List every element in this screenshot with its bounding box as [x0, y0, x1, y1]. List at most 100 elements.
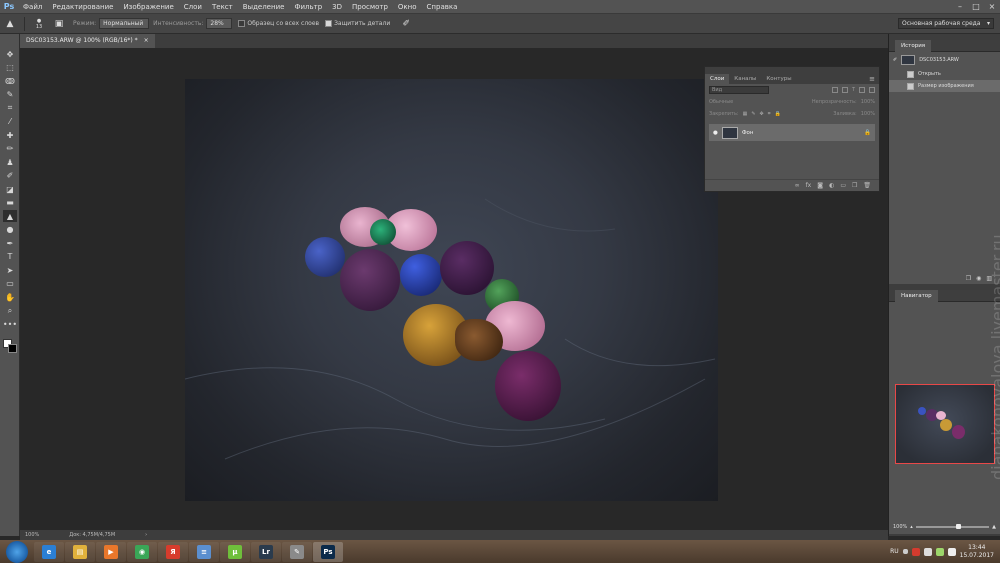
history-item-selected[interactable]: Размер изображения: [889, 80, 1000, 92]
tab-history[interactable]: История: [895, 39, 932, 52]
volume-icon[interactable]: [947, 547, 956, 556]
gradient-tool-icon[interactable]: ▬: [3, 197, 17, 209]
battery-icon[interactable]: [935, 547, 944, 556]
zoom-slider-knob[interactable]: [956, 524, 962, 529]
status-menu-arrow[interactable]: ›: [145, 532, 147, 538]
protect-detail-checkbox[interactable]: [325, 20, 333, 27]
camera-icon[interactable]: ◉: [976, 275, 981, 282]
workspace-select[interactable]: Основная рабочая среда ▾: [898, 18, 994, 29]
trash-icon[interactable]: 🗑: [863, 182, 871, 189]
zoom-tool-icon[interactable]: ⌕: [3, 305, 17, 317]
filter-pixel-icon[interactable]: [831, 87, 838, 93]
sharpen-tool-preset-icon[interactable]: ▲: [0, 15, 20, 33]
link-layers-icon[interactable]: ∞: [795, 182, 800, 189]
taskbar-paint[interactable]: ✎: [282, 541, 312, 562]
opacity-value[interactable]: 100%: [861, 99, 875, 105]
type-tool-icon[interactable]: T: [3, 251, 17, 263]
maximize-button[interactable]: □: [970, 1, 982, 13]
menu-select[interactable]: Выделение: [238, 0, 290, 14]
path-select-tool-icon[interactable]: ➤: [3, 264, 17, 276]
eye-icon[interactable]: ●: [713, 130, 718, 136]
zoom-level[interactable]: 100%: [25, 532, 39, 538]
taskbar-notes[interactable]: ≡: [189, 541, 219, 562]
brush-preset-picker[interactable]: ● 13: [29, 15, 49, 33]
intensity-input[interactable]: 28%: [206, 18, 233, 29]
marquee-tool-icon[interactable]: ⬚: [3, 62, 17, 74]
zoom-out-icon[interactable]: ▴: [910, 524, 913, 530]
navigator-zoom[interactable]: 100%: [893, 524, 907, 530]
history-brush-tool-icon[interactable]: ✐: [3, 170, 17, 182]
zoom-slider[interactable]: [915, 524, 990, 529]
zoom-in-icon[interactable]: ▲: [992, 524, 996, 530]
dodge-tool-icon[interactable]: ●: [3, 224, 17, 236]
menu-view[interactable]: Просмотр: [347, 0, 393, 14]
menu-filter[interactable]: Фильтр: [289, 0, 327, 14]
sharpen-tool-icon[interactable]: ▲: [3, 210, 17, 222]
sample-all-checkbox[interactable]: [238, 20, 246, 27]
filter-smart-icon[interactable]: [869, 87, 875, 93]
menu-edit[interactable]: Редактирование: [47, 0, 118, 14]
new-group-icon[interactable]: ▭: [840, 182, 846, 189]
menu-window[interactable]: Окно: [393, 0, 422, 14]
history-brush-source-icon[interactable]: ✐: [893, 57, 897, 63]
menu-layers[interactable]: Слои: [179, 0, 207, 14]
tab-layers[interactable]: Слои: [705, 74, 730, 84]
brush-panel-icon[interactable]: ▣: [49, 15, 69, 33]
navigator-preview[interactable]: [895, 384, 995, 464]
history-item[interactable]: Открыть: [889, 68, 1000, 80]
layer-row-background[interactable]: ● Фон 🔒: [709, 124, 875, 141]
more-tools-icon[interactable]: •••: [3, 318, 17, 330]
language-indicator[interactable]: RU: [890, 548, 899, 555]
background-color[interactable]: [8, 344, 17, 353]
network-icon[interactable]: [923, 547, 932, 556]
lock-position-icon[interactable]: ✥: [760, 111, 764, 117]
mode-select[interactable]: Нормальный: [99, 18, 150, 29]
fill-value[interactable]: 100%: [861, 111, 875, 117]
hand-tool-icon[interactable]: ✋: [3, 291, 17, 303]
lasso-tool-icon[interactable]: ↂ: [3, 75, 17, 87]
filter-shape-icon[interactable]: [859, 87, 865, 93]
menu-3d[interactable]: 3D: [327, 0, 347, 14]
stamp-tool-icon[interactable]: ♟: [3, 156, 17, 168]
adjustment-layer-icon[interactable]: ◐: [829, 182, 834, 189]
lock-all-icon[interactable]: 🔒: [775, 111, 781, 117]
close-button[interactable]: ×: [986, 1, 998, 13]
new-document-from-state-icon[interactable]: ❐: [966, 275, 971, 282]
tab-close-icon[interactable]: ×: [144, 34, 149, 48]
minimize-button[interactable]: –: [954, 1, 966, 13]
crop-tool-icon[interactable]: ⌗: [3, 102, 17, 114]
tray-arrow-icon[interactable]: [902, 549, 908, 554]
taskbar-yandex[interactable]: Я: [158, 541, 188, 562]
filter-type-icon[interactable]: T: [852, 87, 855, 93]
document-tab[interactable]: DSC03153.ARW @ 100% (RGB/16*) * ×: [20, 34, 155, 48]
lock-pixels-icon[interactable]: ▦: [743, 111, 748, 117]
lock-paint-icon[interactable]: ✎: [751, 111, 755, 117]
menu-image[interactable]: Изображение: [118, 0, 178, 14]
antivirus-icon[interactable]: [911, 547, 920, 556]
taskbar-utorrent[interactable]: µ: [220, 541, 250, 562]
color-swatches[interactable]: [3, 339, 17, 353]
shape-tool-icon[interactable]: ▭: [3, 278, 17, 290]
taskbar-chrome[interactable]: ◉: [127, 541, 157, 562]
healing-tool-icon[interactable]: ✚: [3, 129, 17, 141]
taskbar-lightroom[interactable]: Lr: [251, 541, 281, 562]
menu-type[interactable]: Текст: [207, 0, 238, 14]
pressure-icon[interactable]: ✐: [396, 15, 416, 33]
new-layer-icon[interactable]: ❐: [852, 182, 857, 189]
start-button[interactable]: [6, 540, 28, 563]
layer-filter-select[interactable]: Вид: [709, 86, 769, 94]
menu-help[interactable]: Справка: [422, 0, 463, 14]
tab-navigator[interactable]: Навигатор: [895, 289, 938, 302]
filter-adjust-icon[interactable]: [841, 87, 848, 93]
eyedropper-tool-icon[interactable]: ⁄: [3, 116, 17, 128]
clock[interactable]: 13:44 15.07.2017: [960, 544, 994, 560]
tab-channels[interactable]: Каналы: [729, 74, 761, 84]
brush-tool-icon[interactable]: ✏: [3, 143, 17, 155]
taskbar-media-player[interactable]: ▶: [96, 541, 126, 562]
document-image[interactable]: [185, 79, 718, 501]
add-mask-icon[interactable]: ◙: [817, 182, 823, 189]
taskbar-ie[interactable]: e: [34, 541, 64, 562]
tab-paths[interactable]: Контуры: [761, 74, 796, 84]
blend-mode-select[interactable]: Обычные: [709, 99, 759, 105]
taskbar-explorer[interactable]: ▤: [65, 541, 95, 562]
